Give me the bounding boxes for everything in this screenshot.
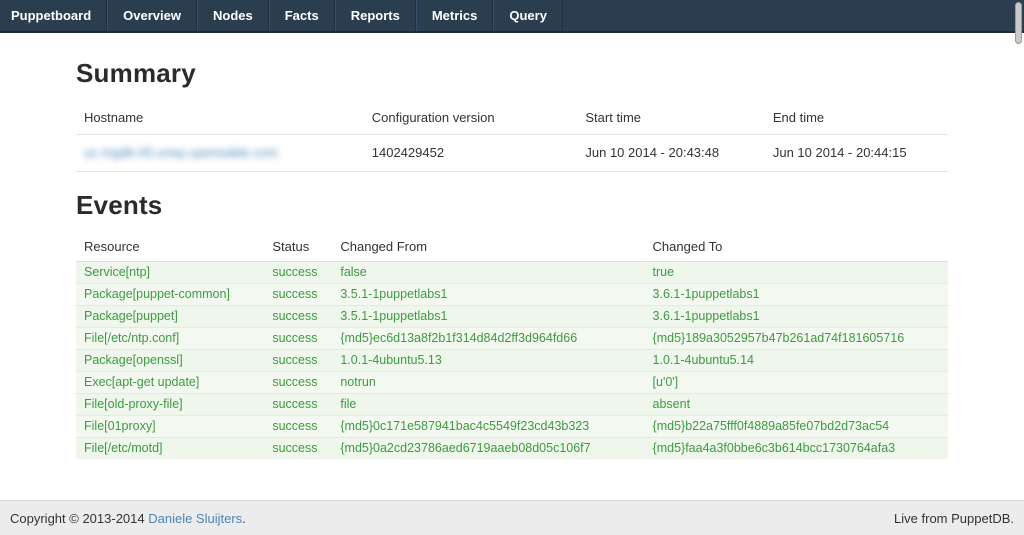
summary-start-time: Jun 10 2014 - 20:43:48 bbox=[577, 135, 764, 172]
event-changed-from: 1.0.1-4ubuntu5.13 bbox=[332, 350, 644, 372]
event-changed-to: 3.6.1-1puppetlabs1 bbox=[645, 306, 948, 328]
events-heading: Events bbox=[76, 190, 948, 221]
puppetdb-status-text: Live from PuppetDB. bbox=[894, 511, 1014, 526]
table-row: Package[puppet] success 3.5.1-1puppetlab… bbox=[76, 306, 948, 328]
table-row: Package[openssl] success 1.0.1-4ubuntu5.… bbox=[76, 350, 948, 372]
event-resource: File[old-proxy-file] bbox=[76, 394, 264, 416]
nav-item-query[interactable]: Query bbox=[493, 0, 563, 31]
event-resource: Service[ntp] bbox=[76, 262, 264, 284]
event-resource: Package[puppet] bbox=[76, 306, 264, 328]
summary-heading: Summary bbox=[76, 58, 948, 89]
event-changed-from: 3.5.1-1puppetlabs1 bbox=[332, 284, 644, 306]
event-status: success bbox=[264, 306, 332, 328]
nav-item-overview[interactable]: Overview bbox=[107, 0, 197, 31]
events-header-changed-to: Changed To bbox=[645, 233, 948, 262]
events-header-changed-from: Changed From bbox=[332, 233, 644, 262]
event-status: success bbox=[264, 262, 332, 284]
copyright-suffix: . bbox=[242, 511, 246, 526]
event-resource: Package[puppet-common] bbox=[76, 284, 264, 306]
table-row: File[01proxy] success {md5}0c171e587941b… bbox=[76, 416, 948, 438]
table-row: File[old-proxy-file] success file absent bbox=[76, 394, 948, 416]
event-status: success bbox=[264, 416, 332, 438]
nav-item-facts[interactable]: Facts bbox=[269, 0, 335, 31]
event-status: success bbox=[264, 372, 332, 394]
event-changed-to: true bbox=[645, 262, 948, 284]
nav-item-reports[interactable]: Reports bbox=[335, 0, 416, 31]
table-row: Package[puppet-common] success 3.5.1-1pu… bbox=[76, 284, 948, 306]
event-changed-to: 1.0.1-4ubuntu5.14 bbox=[645, 350, 948, 372]
summary-table: Hostname Configuration version Start tim… bbox=[76, 102, 948, 172]
summary-end-time: Jun 10 2014 - 20:44:15 bbox=[765, 135, 948, 172]
copyright-prefix: Copyright © 2013-2014 bbox=[10, 511, 148, 526]
event-status: success bbox=[264, 284, 332, 306]
copyright-text: Copyright © 2013-2014 Daniele Sluijters. bbox=[10, 511, 246, 526]
hostname-link-redacted[interactable]: uc-mgdb-05.onep.opensable.com bbox=[84, 145, 278, 160]
event-changed-from: notrun bbox=[332, 372, 644, 394]
event-changed-from: 3.5.1-1puppetlabs1 bbox=[332, 306, 644, 328]
event-changed-from: {md5}0c171e587941bac4c5549f23cd43b323 bbox=[332, 416, 644, 438]
scrollbar-thumb[interactable] bbox=[1015, 2, 1022, 44]
events-header-status: Status bbox=[264, 233, 332, 262]
summary-header-config-version: Configuration version bbox=[364, 102, 578, 135]
summary-header-hostname: Hostname bbox=[76, 102, 364, 135]
table-row: Exec[apt-get update] success notrun [u'0… bbox=[76, 372, 948, 394]
event-changed-to: [u'0'] bbox=[645, 372, 948, 394]
event-changed-to: 3.6.1-1puppetlabs1 bbox=[645, 284, 948, 306]
event-resource: File[/etc/ntp.conf] bbox=[76, 328, 264, 350]
main-content: Summary Hostname Configuration version S… bbox=[0, 33, 1024, 500]
author-link[interactable]: Daniele Sluijters bbox=[148, 511, 242, 526]
event-status: success bbox=[264, 328, 332, 350]
nav-item-metrics[interactable]: Metrics bbox=[416, 0, 494, 31]
events-table: Resource Status Changed From Changed To … bbox=[76, 233, 948, 459]
event-resource: File[01proxy] bbox=[76, 416, 264, 438]
event-resource: Package[openssl] bbox=[76, 350, 264, 372]
event-changed-to: {md5}faa4a3f0bbe6c3b614bcc1730764afa3 bbox=[645, 438, 948, 460]
event-changed-to: {md5}189a3052957b47b261ad74f181605716 bbox=[645, 328, 948, 350]
summary-header-start-time: Start time bbox=[577, 102, 764, 135]
event-changed-to: absent bbox=[645, 394, 948, 416]
table-row: File[/etc/ntp.conf] success {md5}ec6d13a… bbox=[76, 328, 948, 350]
table-row: File[/etc/motd] success {md5}0a2cd23786a… bbox=[76, 438, 948, 460]
summary-header-end-time: End time bbox=[765, 102, 948, 135]
event-status: success bbox=[264, 350, 332, 372]
table-row: Service[ntp] success false true bbox=[76, 262, 948, 284]
event-changed-from: {md5}0a2cd23786aed6719aaeb08d05c106f7 bbox=[332, 438, 644, 460]
nav-item-nodes[interactable]: Nodes bbox=[197, 0, 269, 31]
event-status: success bbox=[264, 438, 332, 460]
event-resource: File[/etc/motd] bbox=[76, 438, 264, 460]
summary-config-version: 1402429452 bbox=[364, 135, 578, 172]
events-header-resource: Resource bbox=[76, 233, 264, 262]
top-navbar: Puppetboard Overview Nodes Facts Reports… bbox=[0, 0, 1024, 33]
summary-row: uc-mgdb-05.onep.opensable.com 1402429452… bbox=[76, 135, 948, 172]
navbar-brand[interactable]: Puppetboard bbox=[0, 0, 107, 31]
event-changed-to: {md5}b22a75fff0f4889a85fe07bd2d73ac54 bbox=[645, 416, 948, 438]
event-changed-from: {md5}ec6d13a8f2b1f314d84d2ff3d964fd66 bbox=[332, 328, 644, 350]
event-changed-from: false bbox=[332, 262, 644, 284]
summary-hostname-cell: uc-mgdb-05.onep.opensable.com bbox=[76, 135, 364, 172]
page-footer: Copyright © 2013-2014 Daniele Sluijters.… bbox=[0, 500, 1024, 535]
event-status: success bbox=[264, 394, 332, 416]
event-changed-from: file bbox=[332, 394, 644, 416]
event-resource: Exec[apt-get update] bbox=[76, 372, 264, 394]
